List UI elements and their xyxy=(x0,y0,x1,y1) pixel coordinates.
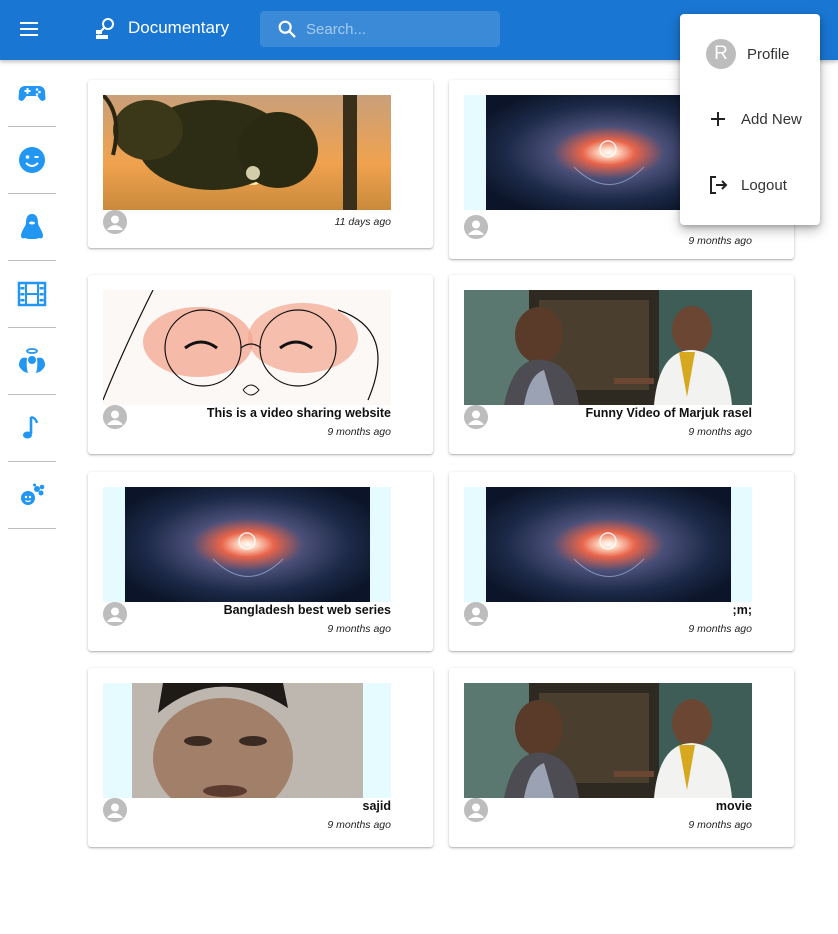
video-thumbnail[interactable] xyxy=(103,95,391,210)
sidebar-item-comedy[interactable] xyxy=(8,127,56,194)
video-card[interactable]: Funny Video of Marjuk rasel 9 months ago xyxy=(449,275,794,454)
video-title[interactable]: movie xyxy=(716,799,752,813)
upload-time: 9 months ago xyxy=(688,623,752,635)
person-icon xyxy=(464,602,488,626)
uploader-avatar[interactable] xyxy=(103,210,127,234)
uploader-avatar[interactable] xyxy=(103,602,127,626)
person-icon xyxy=(464,798,488,822)
video-thumbnail[interactable] xyxy=(464,487,752,602)
video-card[interactable]: movie 9 months ago xyxy=(449,668,794,847)
person-icon xyxy=(464,215,488,239)
video-title[interactable]: Bangladesh best web series xyxy=(224,603,391,617)
person-icon xyxy=(103,405,127,429)
penguin-icon xyxy=(21,214,43,239)
upload-time: 9 months ago xyxy=(327,623,391,635)
uploader-avatar[interactable] xyxy=(103,405,127,429)
logout-icon xyxy=(710,176,728,194)
smiley-icon xyxy=(19,147,45,173)
baby-icon xyxy=(21,483,45,505)
menu-item-logout[interactable]: Logout xyxy=(680,160,820,210)
video-card[interactable]: ;m; 9 months ago xyxy=(449,472,794,651)
search-input[interactable] xyxy=(306,20,486,38)
menu-item-add-new[interactable]: Add New xyxy=(680,94,820,144)
uploader-avatar[interactable] xyxy=(103,798,127,822)
upload-time: 11 days ago xyxy=(334,216,391,228)
uploader-avatar[interactable] xyxy=(464,215,488,239)
sidebar-item-music[interactable] xyxy=(8,395,56,462)
upload-time: 9 months ago xyxy=(688,235,752,247)
video-thumbnail[interactable] xyxy=(464,683,752,798)
video-title[interactable]: This is a video sharing website xyxy=(207,406,391,420)
menu-item-profile-label: Profile xyxy=(747,45,790,63)
brand[interactable]: Documentary xyxy=(94,16,229,40)
upload-time: 9 months ago xyxy=(688,426,752,438)
video-card[interactable]: Bangladesh best web series 9 months ago xyxy=(88,472,433,651)
menu-item-add-new-label: Add New xyxy=(741,110,802,128)
video-thumbnail[interactable] xyxy=(464,290,752,405)
sidebar-item-linux[interactable] xyxy=(8,194,56,261)
video-card[interactable]: 11 days ago xyxy=(88,80,433,248)
video-thumbnail[interactable] xyxy=(103,487,391,602)
person-icon xyxy=(103,798,127,822)
video-card[interactable]: This is a video sharing website 9 months … xyxy=(88,275,433,454)
plus-icon xyxy=(711,112,725,126)
video-title[interactable]: Funny Video of Marjuk rasel xyxy=(586,406,752,420)
video-card[interactable]: sajid 9 months ago xyxy=(88,668,433,847)
angel-icon xyxy=(19,348,45,373)
documentary-icon xyxy=(96,18,114,39)
upload-time: 9 months ago xyxy=(327,426,391,438)
menu-button[interactable] xyxy=(14,14,44,44)
avatar: R xyxy=(706,39,736,69)
person-icon xyxy=(464,405,488,429)
video-title[interactable]: ;m; xyxy=(733,603,752,617)
sidebar-item-movies[interactable] xyxy=(8,261,56,328)
person-icon xyxy=(103,602,127,626)
person-icon xyxy=(103,210,127,234)
video-title[interactable]: sajid xyxy=(363,799,392,813)
sidebar-item-spiritual[interactable] xyxy=(8,328,56,395)
upload-time: 9 months ago xyxy=(327,819,391,831)
uploader-avatar[interactable] xyxy=(464,602,488,626)
menu-item-logout-label: Logout xyxy=(741,176,787,194)
gamepad-icon xyxy=(18,86,46,101)
hamburger-icon xyxy=(20,22,38,36)
film-icon xyxy=(17,281,47,307)
user-menu: R Profile Add New Logout xyxy=(680,14,820,225)
upload-time: 9 months ago xyxy=(688,819,752,831)
search-icon xyxy=(278,20,296,38)
menu-item-profile[interactable]: R Profile xyxy=(680,29,820,79)
uploader-avatar[interactable] xyxy=(464,798,488,822)
search-box[interactable] xyxy=(260,11,500,47)
uploader-avatar[interactable] xyxy=(464,405,488,429)
brand-title: Documentary xyxy=(128,18,230,37)
sidebar-item-games[interactable] xyxy=(8,60,56,127)
video-thumbnail[interactable] xyxy=(103,290,391,405)
music-note-icon xyxy=(23,415,39,439)
sidebar-item-kids[interactable] xyxy=(8,462,56,529)
video-thumbnail[interactable] xyxy=(103,683,391,798)
